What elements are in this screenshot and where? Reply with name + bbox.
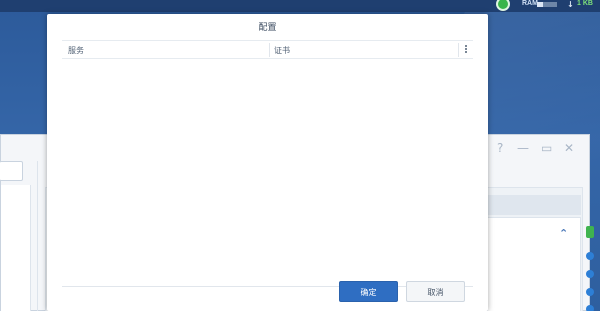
background-search-field[interactable] bbox=[0, 161, 23, 181]
ram-usage-fill bbox=[537, 2, 543, 7]
top-status-bar bbox=[0, 0, 600, 12]
close-icon[interactable]: ✕ bbox=[564, 141, 574, 155]
column-separator[interactable] bbox=[458, 43, 459, 57]
help-icon[interactable]: ? bbox=[497, 141, 503, 155]
side-dot-icon[interactable] bbox=[586, 288, 594, 296]
config-dialog: 配置 服务 证书 确定 取消 bbox=[47, 14, 488, 311]
cancel-button[interactable]: 取消 bbox=[406, 281, 465, 302]
background-sidebar bbox=[1, 185, 31, 311]
ok-button[interactable]: 确定 bbox=[339, 281, 398, 302]
grid-header: 服务 证书 bbox=[62, 40, 473, 59]
network-speed: 1 KB bbox=[577, 0, 593, 7]
side-dot-icon[interactable] bbox=[586, 270, 594, 278]
chevron-up-icon[interactable]: ⌃ bbox=[559, 227, 568, 240]
ram-usage-bar bbox=[537, 2, 557, 7]
minimize-icon[interactable]: — bbox=[517, 141, 529, 155]
ram-label: RAM bbox=[522, 0, 538, 7]
background-panel-header bbox=[487, 195, 581, 215]
config-grid: 服务 证书 bbox=[62, 40, 473, 287]
column-separator[interactable] bbox=[269, 43, 270, 57]
side-dot-icon[interactable] bbox=[586, 252, 594, 260]
background-divider bbox=[37, 161, 38, 311]
dialog-title: 配置 bbox=[258, 23, 277, 33]
side-widget-icon[interactable] bbox=[586, 226, 594, 238]
download-arrow-icon: ↓ bbox=[567, 0, 574, 9]
side-dot-icon[interactable] bbox=[586, 305, 594, 311]
column-header-certificate[interactable]: 证书 bbox=[274, 45, 290, 56]
maximize-icon[interactable]: ▭ bbox=[541, 141, 552, 155]
column-menu-icon[interactable] bbox=[463, 44, 469, 56]
column-header-service[interactable]: 服务 bbox=[68, 45, 84, 56]
